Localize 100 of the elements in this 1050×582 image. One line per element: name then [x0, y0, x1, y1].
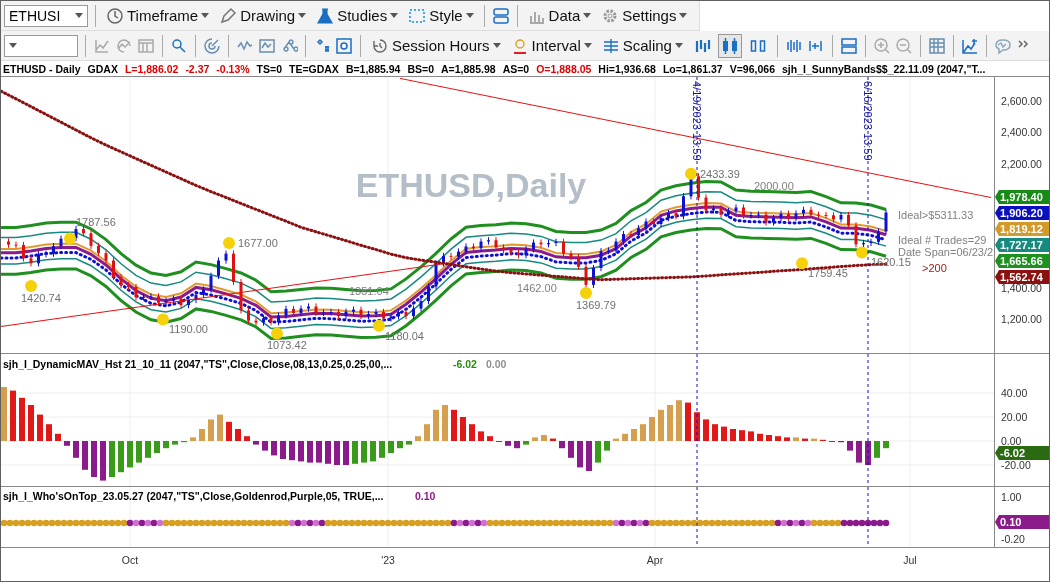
price-label: 1369.79: [576, 298, 616, 311]
chart-type-button[interactable]: [717, 33, 742, 58]
scale-icon: [601, 36, 620, 55]
quote-field: TS=0: [256, 62, 282, 75]
menu-button[interactable]: Drawing: [216, 3, 310, 28]
axis-label: Jul: [903, 554, 917, 566]
search-icon[interactable]: [170, 36, 188, 55]
caret-icon[interactable]: [492, 43, 501, 48]
price-label: 2433.39: [700, 167, 740, 180]
axis-label: -0.20: [1001, 533, 1025, 545]
axis-label: Apr: [646, 554, 664, 566]
swing-point-marker: [856, 246, 868, 259]
caret-icon[interactable]: [9, 43, 17, 48]
time-marker-line[interactable]: [867, 487, 869, 547]
axis-label: 1,400.00: [1001, 282, 1042, 295]
add-chart-icon[interactable]: [960, 36, 979, 55]
chart-icon[interactable]: [258, 36, 276, 55]
target-icon[interactable]: [203, 36, 221, 55]
time-marker-line[interactable]: [696, 487, 698, 547]
quote-field: Hi=1,936.68: [598, 62, 656, 75]
study-label: 1462.00: [517, 281, 557, 294]
caret-icon[interactable]: [583, 13, 592, 18]
caret-icon[interactable]: [390, 13, 399, 18]
quote-field: BS=0: [407, 62, 435, 75]
quote-field: GDAX: [87, 62, 118, 75]
price-label: 1073.42: [267, 338, 307, 351]
history-icon: [371, 36, 389, 55]
nodes-icon[interactable]: [280, 36, 298, 55]
menu-button[interactable]: Session Hours: [368, 33, 504, 58]
quote-field: A=1,885.98: [441, 62, 496, 75]
price-badge: 1,906.20: [995, 206, 1049, 220]
menu-button[interactable]: Settings: [598, 3, 691, 28]
layout-icon[interactable]: [839, 36, 858, 55]
price-badge: 1,819.12: [995, 222, 1049, 236]
swing-point-marker: [157, 313, 169, 326]
study-label: Ideal # Trades=29: [898, 234, 987, 247]
study-value: 0.10: [415, 490, 436, 502]
study-value: -6.02: [453, 358, 477, 370]
menu-button[interactable]: Timeframe: [103, 3, 213, 28]
time-marker-label: 4/19/2023 13:59: [691, 81, 703, 161]
menu-button[interactable]: Scaling: [598, 33, 686, 58]
menu-button[interactable]: Interval: [507, 33, 595, 58]
price-label: 1420.74: [21, 291, 61, 304]
study-title: sjh_I_DynamicMAV_Hst 21_10_11 (2047,"TS",Close,Close,08,13,0.25,0.25,00,...: [3, 358, 393, 370]
time-marker-label: 6/16/2023 13:59: [862, 81, 874, 161]
axis-label: '23: [381, 554, 395, 566]
flask-icon: [316, 6, 335, 25]
quote-field: B=1,885.94: [345, 62, 401, 75]
price-label: 1180.04: [385, 329, 424, 342]
swing-point-marker: [25, 279, 37, 292]
price-label: 1759.45: [808, 267, 848, 280]
price-label: 1677.00: [238, 237, 278, 250]
dropdown-field[interactable]: [4, 34, 78, 57]
layout-icon[interactable]: [491, 6, 510, 25]
price-badge: 1,665.66: [995, 254, 1049, 268]
quote-field: TE=GDAX: [289, 62, 339, 75]
menu-button[interactable]: Studies: [313, 3, 402, 28]
caret-icon[interactable]: [75, 13, 83, 18]
quote-field: Lo=1,861.37: [662, 62, 723, 75]
caret-icon[interactable]: [679, 13, 688, 18]
time-marker-line[interactable]: [696, 354, 698, 486]
trend-line[interactable]: [1, 263, 443, 327]
axis-label: 2,200.00: [1001, 157, 1042, 170]
pen-icon: [219, 6, 238, 25]
menu-button[interactable]: Style: [405, 3, 477, 28]
quote-field: AS=0: [502, 62, 530, 75]
swing-point-marker: [223, 237, 235, 250]
price-badge: 1,562.74: [995, 270, 1049, 284]
symbol-field[interactable]: ETHUSI: [4, 4, 88, 27]
caret-icon[interactable]: [298, 13, 307, 18]
time-marker-line[interactable]: [867, 77, 869, 353]
swing-point-marker: [373, 319, 385, 332]
menu-button[interactable]: Data: [524, 3, 595, 28]
time-marker-line[interactable]: [867, 354, 869, 486]
axis-label: 2,400.00: [1001, 126, 1042, 139]
swing-point-marker: [685, 167, 697, 180]
dashed-square-icon: [408, 6, 427, 25]
grid-icon[interactable]: [927, 36, 946, 55]
caret-icon[interactable]: [465, 13, 474, 18]
axis-label: 20.00: [1001, 411, 1028, 423]
axis-label: 1,200.00: [1001, 313, 1042, 326]
axis-label: 1.00: [1001, 491, 1022, 503]
axis-label: Oct: [121, 554, 139, 566]
quote-field: L=1,886.02: [124, 62, 179, 75]
quote-field: ETHUSD - Daily: [3, 62, 81, 75]
axis-label: 2,600.00: [1001, 95, 1042, 108]
axis-label: 0.00: [1001, 435, 1022, 447]
caret-icon[interactable]: [674, 43, 683, 48]
study-label: >200: [922, 262, 947, 275]
study-label: 2000.00: [754, 179, 794, 192]
caret-icon[interactable]: [583, 43, 592, 48]
quote-field: -0.13%: [216, 62, 250, 75]
swing-point-marker: [64, 232, 76, 245]
quote-field: -2.37: [185, 62, 210, 75]
axis-label: 40.00: [1001, 387, 1028, 399]
time-marker-line[interactable]: [696, 77, 698, 353]
quote-field: sjh_I_SunnyBands$$_22.11.09 (2047,"T...: [782, 62, 986, 75]
price-label: 1190.00: [169, 323, 208, 336]
price-badge: 1,727.17: [995, 238, 1049, 252]
caret-icon[interactable]: [201, 13, 210, 18]
